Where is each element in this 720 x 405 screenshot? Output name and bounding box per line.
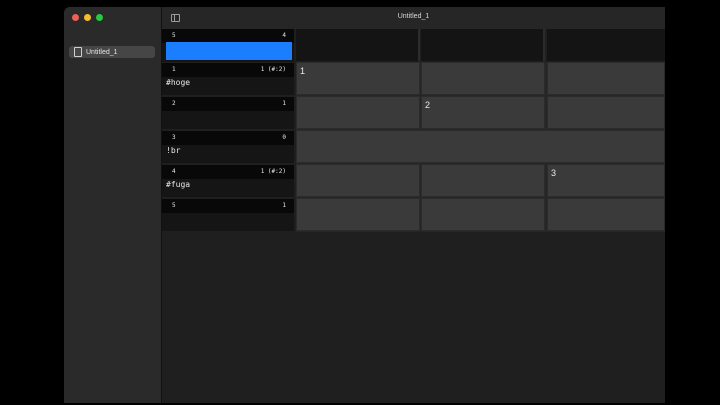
document-icon [74,47,82,57]
grid-cell[interactable] [296,130,665,163]
header-row-head[interactable]: 5 4 [162,29,294,62]
grid-cell[interactable] [296,164,420,197]
row-count: 0 [282,134,286,141]
grid-cell[interactable]: 1 [296,62,420,95]
column-header[interactable] [421,29,545,61]
sidebar-item-label: Untitled_1 [86,48,118,56]
row-number: 1 [172,66,176,73]
grid-cell[interactable]: 2 [421,96,545,129]
row-head[interactable]: 3 0 !br [162,131,294,163]
window-title: Untitled_1 [397,13,430,20]
selected-color-block[interactable] [166,42,292,60]
cell-value: 1 [300,66,306,76]
minimize-window-button[interactable] [84,14,91,21]
column-header[interactable] [296,29,420,61]
header-row-number: 5 [172,32,176,39]
grid-cell[interactable] [296,96,420,129]
app-window: Untitled_1 Untitled_1 5 4 1 1 (#:2) #hog… [64,7,665,403]
row-number: 5 [172,202,176,209]
row-count: 1 [282,202,286,209]
row-tag: #hoge [166,78,191,87]
row-tag: !br [166,146,181,155]
row-number: 2 [172,100,176,107]
grid-cell[interactable] [421,62,545,95]
zoom-window-button[interactable] [96,14,103,21]
row-tag: #fuga [166,180,191,189]
main-area: 5 4 1 1 (#:2) #hoge 2 1 3 0 !br 4 1 (#:2… [162,29,665,403]
grid-cell[interactable] [547,198,665,231]
row-number: 3 [172,134,176,141]
sidebar-item-untitled-1[interactable]: Untitled_1 [69,46,155,58]
grid-cell[interactable] [296,198,420,231]
row-count: 1 [282,100,286,107]
grid-cell[interactable]: 3 [547,164,665,197]
grid-cell[interactable] [547,62,665,95]
row-count: 1 (#:2) [260,168,286,175]
header-count: 4 [282,32,286,39]
grid-cell[interactable] [547,96,665,129]
sidebar: Untitled_1 [64,7,162,403]
column-header[interactable] [547,29,665,61]
title-bar: Untitled_1 [162,7,665,29]
close-window-button[interactable] [72,14,79,21]
grid-cell[interactable] [421,198,545,231]
row-count: 1 (#:2) [260,66,286,73]
row-number: 4 [172,168,176,175]
row-head[interactable]: 4 1 (#:2) #fuga [162,165,294,197]
grid-cell[interactable] [421,164,545,197]
cell-value: 3 [551,168,557,178]
row-head[interactable]: 2 1 [162,97,294,129]
row-head[interactable]: 5 1 [162,199,294,231]
row-head[interactable]: 1 1 (#:2) #hoge [162,63,294,95]
cell-value: 2 [425,100,431,110]
grid: 1 2 3 [296,62,665,232]
